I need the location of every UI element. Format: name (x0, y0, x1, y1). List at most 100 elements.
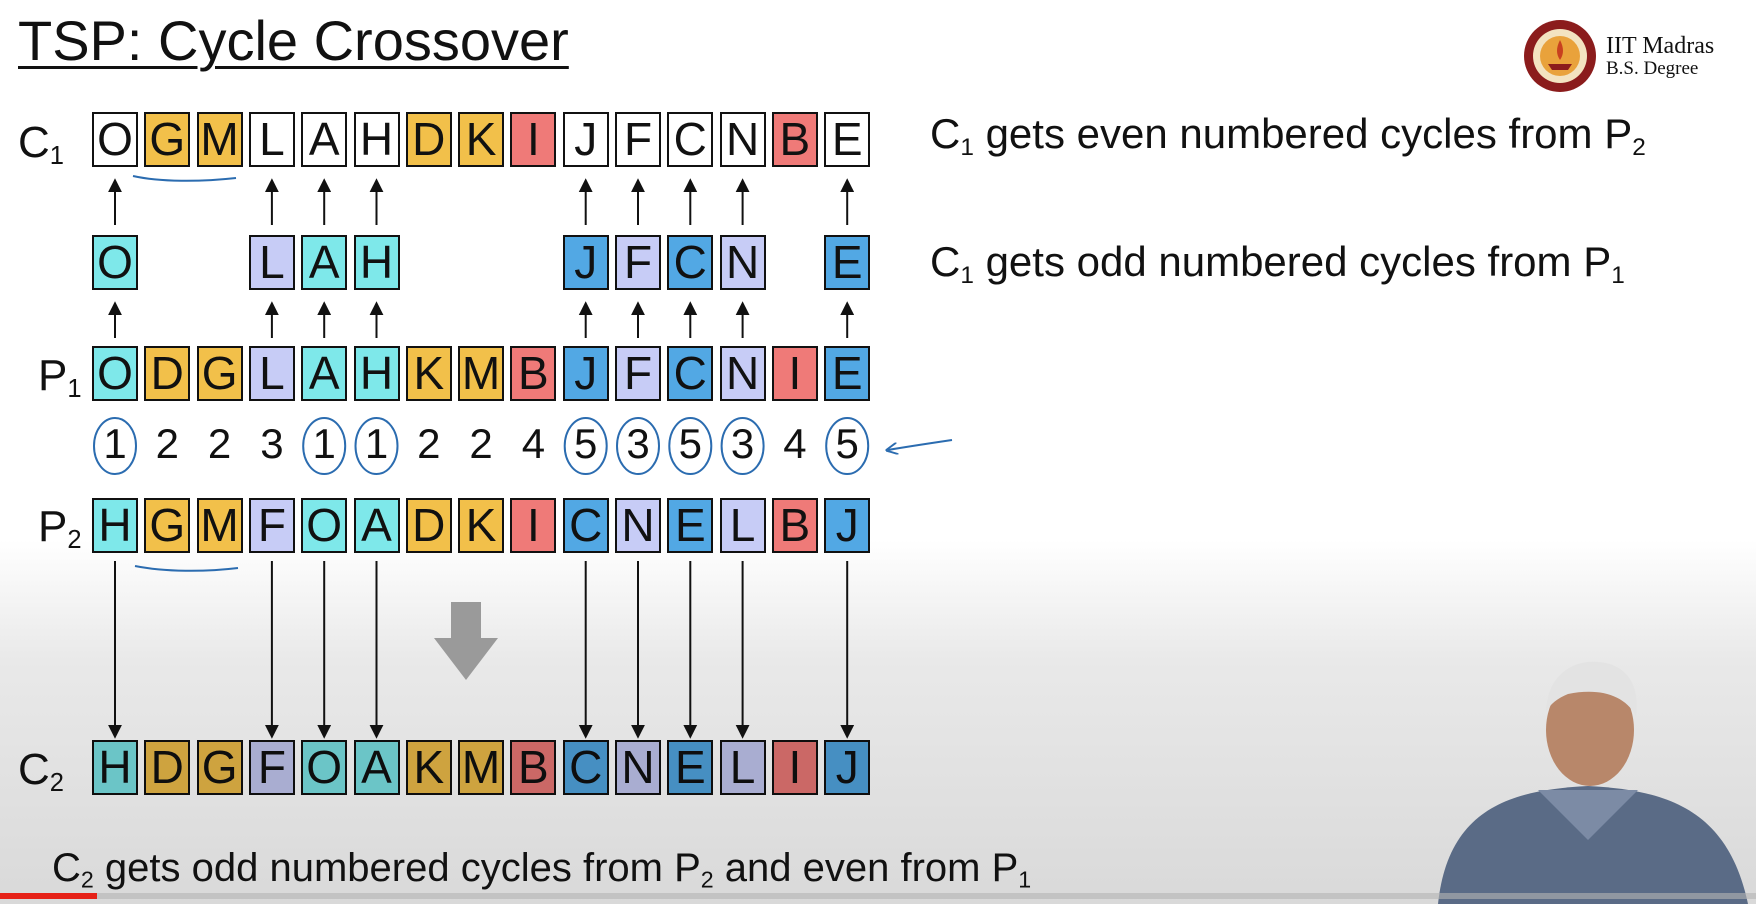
cell-p1-1: D (144, 346, 191, 401)
cell-p1-12: N (719, 346, 766, 401)
cell-c1-12: N (719, 112, 766, 167)
note-c2: C2 gets odd numbered cycles from P2 and … (52, 846, 1032, 893)
cell-c2-4: O (301, 740, 348, 795)
cell-p2-1: G (144, 498, 191, 553)
cell-c1-3: L (248, 112, 295, 167)
cycle-number-11: 5 (678, 420, 702, 467)
cell-c2-1: D (144, 740, 191, 795)
cell-c1-5: H (353, 112, 400, 167)
cycle-number-5: 1 (364, 420, 389, 467)
cell-c1-0: O (92, 112, 138, 167)
cell-c1-6: D (405, 112, 452, 167)
cell-p2-9: C (562, 498, 609, 553)
underline-annotation-p2 (134, 565, 239, 572)
cell-c2-0: H (92, 740, 138, 795)
cell-c2-11: E (667, 740, 714, 795)
cycle-number-0: 1 (103, 420, 127, 467)
cell-c2-7: M (458, 740, 505, 795)
cell-p1-11: C (667, 346, 714, 401)
cycle-number-14: 5 (835, 420, 859, 467)
cell-mid-11: C (667, 235, 714, 290)
cell-c1-7: K (458, 112, 505, 167)
cell-mid-5: H (353, 235, 400, 290)
cell-c2-2: G (196, 740, 243, 795)
cell-p2-5: A (353, 498, 400, 553)
row-label-c2: C2 (18, 745, 64, 798)
underline-annotation-c1 (132, 175, 237, 182)
cell-p1-3: L (248, 346, 295, 401)
note-c1-odd: C1 gets odd numbered cycles from P1 (930, 238, 1625, 289)
cell-c1-1: G (144, 112, 191, 167)
cycle-number-2: 2 (207, 420, 232, 467)
cell-p1-5: H (353, 346, 400, 401)
big-down-arrow-icon (434, 602, 498, 680)
cell-c1-2: M (196, 112, 243, 167)
cell-p2-14: J (824, 498, 871, 553)
cell-c2-10: N (615, 740, 661, 795)
cell-mid-12: N (719, 235, 766, 290)
row-label-c1: C1 (18, 118, 64, 171)
cell-p1-7: M (458, 346, 505, 401)
cell-c1-8: I (510, 112, 557, 167)
cell-p2-11: E (667, 498, 714, 553)
cell-c1-14: E (824, 112, 871, 167)
cycle-number-3: 3 (260, 420, 284, 467)
cell-p1-8: B (510, 346, 557, 401)
cell-mid-10: F (615, 235, 661, 290)
logo-line1: IIT Madras (1606, 33, 1715, 59)
cell-p2-8: I (510, 498, 557, 553)
cycle-number-8: 4 (521, 420, 546, 467)
cell-c1-13: B (771, 112, 818, 167)
row-label-p1: P1 (38, 351, 82, 404)
slide: TSP: Cycle Crossover IIT Madras B.S. Deg… (0, 0, 1756, 904)
cell-p1-6: K (405, 346, 452, 401)
cell-p1-14: E (824, 346, 871, 401)
cell-c2-3: F (248, 740, 295, 795)
cell-c1-9: J (562, 112, 609, 167)
cycle-number-6: 2 (417, 420, 441, 467)
cell-p1-4: A (301, 346, 348, 401)
cell-mid-9: J (562, 235, 609, 290)
video-progress-bar[interactable] (0, 893, 1756, 899)
cell-p2-4: O (301, 498, 348, 553)
cycle-number-1: 2 (155, 420, 179, 467)
cell-p2-2: M (196, 498, 243, 553)
cell-p2-13: B (771, 498, 818, 553)
cell-p2-12: L (719, 498, 766, 553)
cell-c2-12: L (719, 740, 766, 795)
cell-c2-14: J (824, 740, 871, 795)
cell-p1-9: J (562, 346, 609, 401)
iit-madras-logo-icon (1524, 20, 1596, 92)
cell-p2-6: D (405, 498, 452, 553)
cell-c1-4: A (301, 112, 348, 167)
cycle-number-4: 1 (312, 420, 336, 467)
cell-c2-13: I (771, 740, 818, 795)
cell-p2-10: N (615, 498, 661, 553)
cell-mid-14: E (824, 235, 871, 290)
cell-c2-8: B (510, 740, 557, 795)
cell-c1-11: C (667, 112, 714, 167)
cycle-number-12: 3 (730, 420, 755, 467)
cell-p1-2: G (196, 346, 243, 401)
row-label-p2: P2 (38, 502, 82, 555)
slide-title: TSP: Cycle Crossover (18, 9, 569, 72)
cell-p1-13: I (771, 346, 818, 401)
logo-line2: B.S. Degree (1606, 58, 1699, 79)
cycle-number-13: 4 (783, 420, 807, 467)
presenter-video-thumbnail (1438, 661, 1748, 904)
cycle-number-10: 3 (626, 420, 650, 467)
cell-p2-3: F (248, 498, 295, 553)
video-progress-fill (0, 893, 97, 899)
cell-p1-0: O (92, 346, 138, 401)
cell-mid-0: O (92, 235, 138, 290)
cell-mid-3: L (248, 235, 295, 290)
cell-c2-6: K (405, 740, 452, 795)
cell-mid-4: A (301, 235, 348, 290)
cell-p1-10: F (615, 346, 661, 401)
cell-c1-10: F (615, 112, 661, 167)
cell-c2-9: C (562, 740, 609, 795)
cycle-number-9: 5 (574, 420, 598, 467)
cycle-number-7: 2 (469, 420, 493, 467)
note-c1-even: C1 gets even numbered cycles from P2 (930, 110, 1646, 161)
cell-p2-7: K (458, 498, 505, 553)
